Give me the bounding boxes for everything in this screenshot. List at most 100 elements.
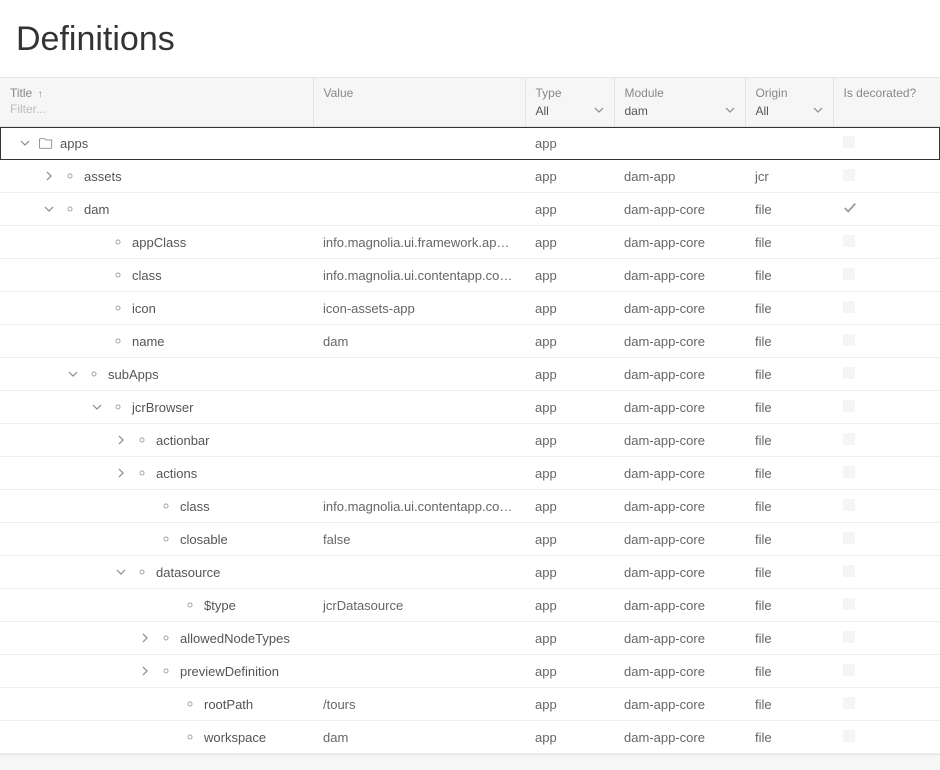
title-filter-input[interactable] — [10, 100, 303, 116]
row-value: dam — [313, 325, 525, 358]
decorated-placeholder — [843, 433, 855, 445]
expand-toggle[interactable] — [138, 631, 152, 646]
table-row[interactable]: workspacedamappdam-app-corefile — [0, 721, 940, 754]
table-row[interactable]: namedamappdam-app-corefile — [0, 325, 940, 358]
table-row[interactable]: previewDefinitionappdam-app-corefile — [0, 655, 940, 688]
row-origin: file — [745, 193, 833, 226]
table-row[interactable]: classinfo.magnolia.ui.contentapp.configu… — [0, 490, 940, 523]
table-row[interactable]: jcrBrowserappdam-app-corefile — [0, 391, 940, 424]
page-title: Definitions — [0, 0, 940, 77]
row-decorated — [833, 721, 940, 754]
row-value — [313, 457, 525, 490]
decorated-placeholder — [843, 268, 855, 280]
table-row[interactable]: assets appdam-appjcr — [0, 160, 940, 193]
column-header-module[interactable]: Module dam — [614, 78, 745, 127]
row-type: app — [525, 259, 614, 292]
row-title: actionbar — [156, 433, 209, 448]
property-icon — [158, 498, 174, 514]
table-header-row: Title ↑ Value Type All Module dam Origin… — [0, 78, 940, 127]
row-module: dam-app-core — [614, 457, 745, 490]
row-decorated — [833, 391, 940, 424]
row-type: app — [525, 325, 614, 358]
table-row[interactable]: rootPath/toursappdam-app-corefile — [0, 688, 940, 721]
property-icon — [86, 366, 102, 382]
collapse-toggle[interactable] — [66, 367, 80, 382]
row-module: dam-app — [614, 160, 745, 193]
row-title: previewDefinition — [180, 664, 279, 679]
row-origin: file — [745, 655, 833, 688]
row-decorated — [833, 325, 940, 358]
table-row[interactable]: datasourceappdam-app-corefile — [0, 556, 940, 589]
row-decorated — [833, 424, 940, 457]
row-origin: file — [745, 589, 833, 622]
collapse-toggle[interactable] — [42, 202, 56, 217]
collapse-toggle[interactable] — [90, 400, 104, 415]
table-row[interactable]: class info.magnolia.ui.contentapp.configu… — [0, 259, 940, 292]
row-title: actions — [156, 466, 197, 481]
row-value: info.magnolia.ui.contentapp.configura — [313, 490, 525, 523]
row-title: assets — [84, 169, 122, 184]
type-select[interactable]: All — [536, 104, 604, 118]
decorated-placeholder — [843, 499, 855, 511]
chevron-down-icon — [725, 104, 735, 118]
row-decorated — [833, 655, 940, 688]
row-value: info.magnolia.ui.contentapp.configura — [313, 259, 525, 292]
row-title: class — [132, 268, 162, 283]
property-icon — [110, 300, 126, 316]
row-module: dam-app-core — [614, 523, 745, 556]
row-origin: file — [745, 391, 833, 424]
decorated-placeholder — [843, 169, 855, 181]
expand-toggle[interactable] — [138, 664, 152, 679]
table-row[interactable]: damappdam-app-corefile — [0, 193, 940, 226]
table-row[interactable]: allowedNodeTypesappdam-app-corefile — [0, 622, 940, 655]
property-icon — [158, 531, 174, 547]
row-value: info.magnolia.ui.framework.app.Base — [313, 226, 525, 259]
row-decorated — [833, 622, 940, 655]
row-value: /tours — [313, 688, 525, 721]
decorated-placeholder — [843, 400, 855, 412]
table-row[interactable]: $typejcrDatasourceappdam-app-corefile — [0, 589, 940, 622]
origin-select[interactable]: All — [756, 104, 823, 118]
table-row[interactable]: apps app — [0, 127, 940, 160]
expand-toggle[interactable] — [42, 169, 56, 184]
collapse-toggle[interactable] — [114, 565, 128, 580]
row-value — [313, 622, 525, 655]
column-header-type[interactable]: Type All — [525, 78, 614, 127]
column-header-title[interactable]: Title ↑ — [0, 78, 313, 127]
row-value — [313, 358, 525, 391]
row-module: dam-app-core — [614, 424, 745, 457]
decorated-placeholder — [843, 301, 855, 313]
expand-toggle[interactable] — [114, 466, 128, 481]
module-select[interactable]: dam — [625, 104, 735, 118]
row-origin: file — [745, 721, 833, 754]
column-header-decorated[interactable]: Is decorated? — [833, 78, 940, 127]
row-value: jcrDatasource — [313, 589, 525, 622]
property-icon — [158, 630, 174, 646]
table-row[interactable]: actionsappdam-app-corefile — [0, 457, 940, 490]
column-origin-label: Origin — [756, 86, 788, 100]
table-row[interactable]: appClassinfo.magnolia.ui.framework.app.B… — [0, 226, 940, 259]
footer-bar — [0, 754, 940, 770]
table-row[interactable]: actionbarappdam-app-corefile — [0, 424, 940, 457]
table-row[interactable]: closablefalseappdam-app-corefile — [0, 523, 940, 556]
expand-toggle[interactable] — [114, 433, 128, 448]
table-row[interactable]: iconicon-assets-appappdam-app-corefile — [0, 292, 940, 325]
column-header-origin[interactable]: Origin All — [745, 78, 833, 127]
row-type: app — [525, 622, 614, 655]
row-title: dam — [84, 202, 109, 217]
row-value: false — [313, 523, 525, 556]
collapse-toggle[interactable] — [18, 136, 32, 151]
column-header-value[interactable]: Value — [313, 78, 525, 127]
row-type: app — [525, 160, 614, 193]
row-module: dam-app-core — [614, 325, 745, 358]
row-module: dam-app-core — [614, 688, 745, 721]
row-title: subApps — [108, 367, 159, 382]
row-origin: file — [745, 259, 833, 292]
decorated-placeholder — [843, 631, 855, 643]
table-row[interactable]: subAppsappdam-app-corefile — [0, 358, 940, 391]
property-icon — [134, 432, 150, 448]
row-type: app — [525, 127, 614, 160]
row-origin: jcr — [745, 160, 833, 193]
decorated-placeholder — [843, 466, 855, 478]
row-title: apps — [60, 136, 88, 151]
